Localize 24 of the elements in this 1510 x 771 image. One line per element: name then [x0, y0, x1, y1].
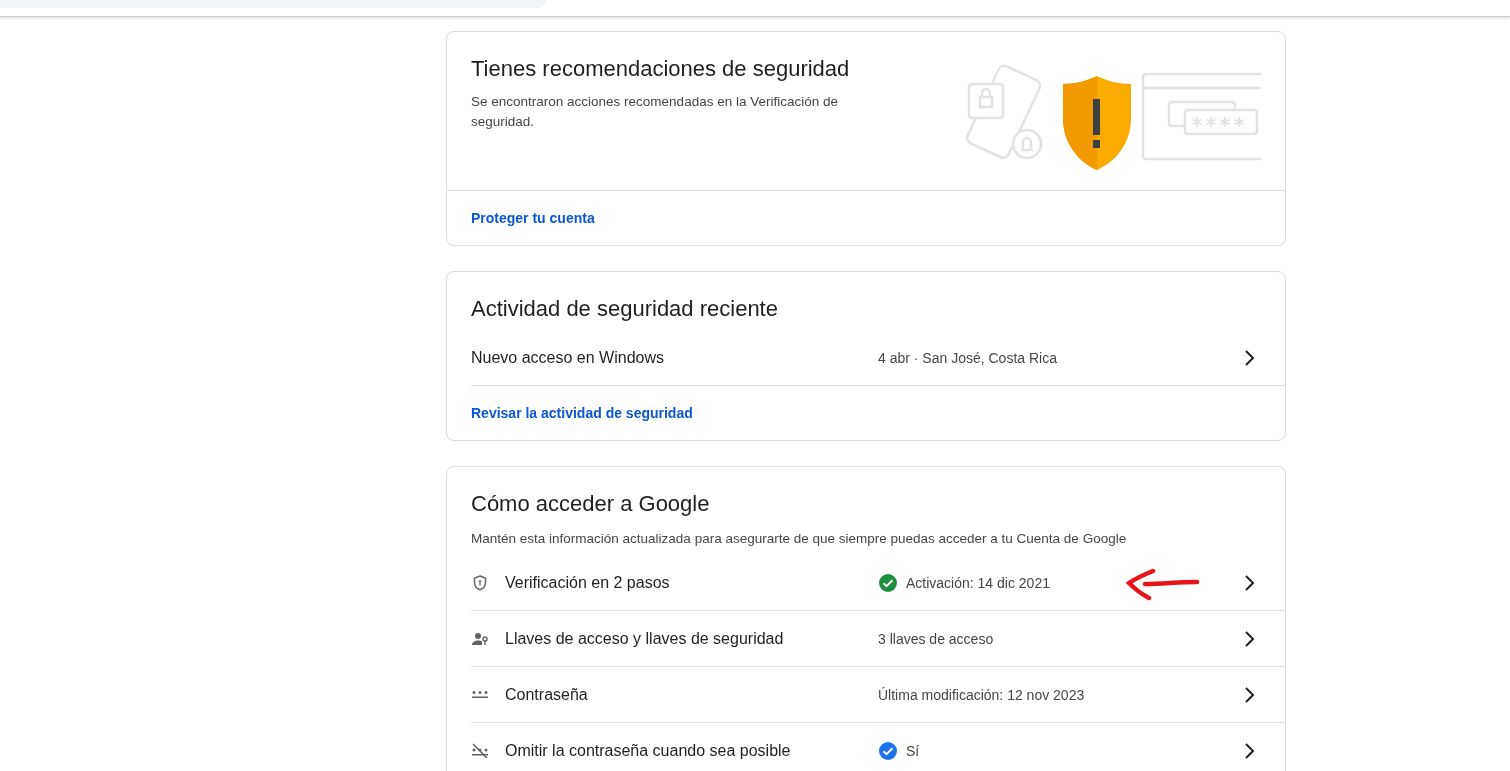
- setting-label[interactable]: Llaves de acceso y llaves de seguridad: [505, 629, 878, 648]
- review-activity-link[interactable]: Revisar la actividad de seguridad: [471, 405, 693, 421]
- card-title: Tienes recomendaciones de seguridad: [471, 56, 851, 82]
- card-title: Cómo acceder a Google: [471, 491, 711, 517]
- setting-row[interactable]: Verificación en 2 pasos Activación: 14 dic 2021: [471, 555, 1285, 611]
- activity-label: Nuevo acceso en Windows: [471, 348, 665, 367]
- setting-value: Activación: 14 dic 2021: [906, 574, 1051, 591]
- setting-label[interactable]: Verificación en 2 pasos: [505, 573, 878, 592]
- setting-label[interactable]: Contraseña: [505, 685, 878, 704]
- setting-value: Última modificación: 12 nov 2023: [878, 686, 1086, 703]
- shield-icon: [471, 573, 489, 592]
- password-dots-icon: [471, 689, 489, 700]
- card-description: Se encontraron acciones recomendadas en la Verificación de seguridad.: [471, 93, 839, 131]
- activity-detail: 4 abr · San José, Costa Rica: [878, 349, 1058, 366]
- card-title: Actividad de seguridad reciente: [471, 296, 778, 322]
- setting-label[interactable]: Omitir la contraseña cuando sea posible: [505, 741, 878, 760]
- setting-row[interactable]: Contraseña Última modificación: 12 nov 2023: [471, 667, 1285, 723]
- setting-row[interactable]: Llaves de acceso y llaves de seguridad 3 llaves de acceso: [471, 611, 1285, 667]
- setting-row[interactable]: Omitir la contraseña cuando sea posible Sí: [471, 723, 1285, 771]
- password-off-icon: [471, 741, 489, 760]
- protect-account-link[interactable]: Proteger tu cuenta: [471, 210, 595, 226]
- setting-value: 3 llaves de acceso: [878, 630, 995, 647]
- card-description: Mantén esta información actualizada para asegurarte de que siempre puedas acceder a tu Cuenta de Google: [471, 530, 1128, 548]
- setting-value: Sí: [906, 742, 921, 759]
